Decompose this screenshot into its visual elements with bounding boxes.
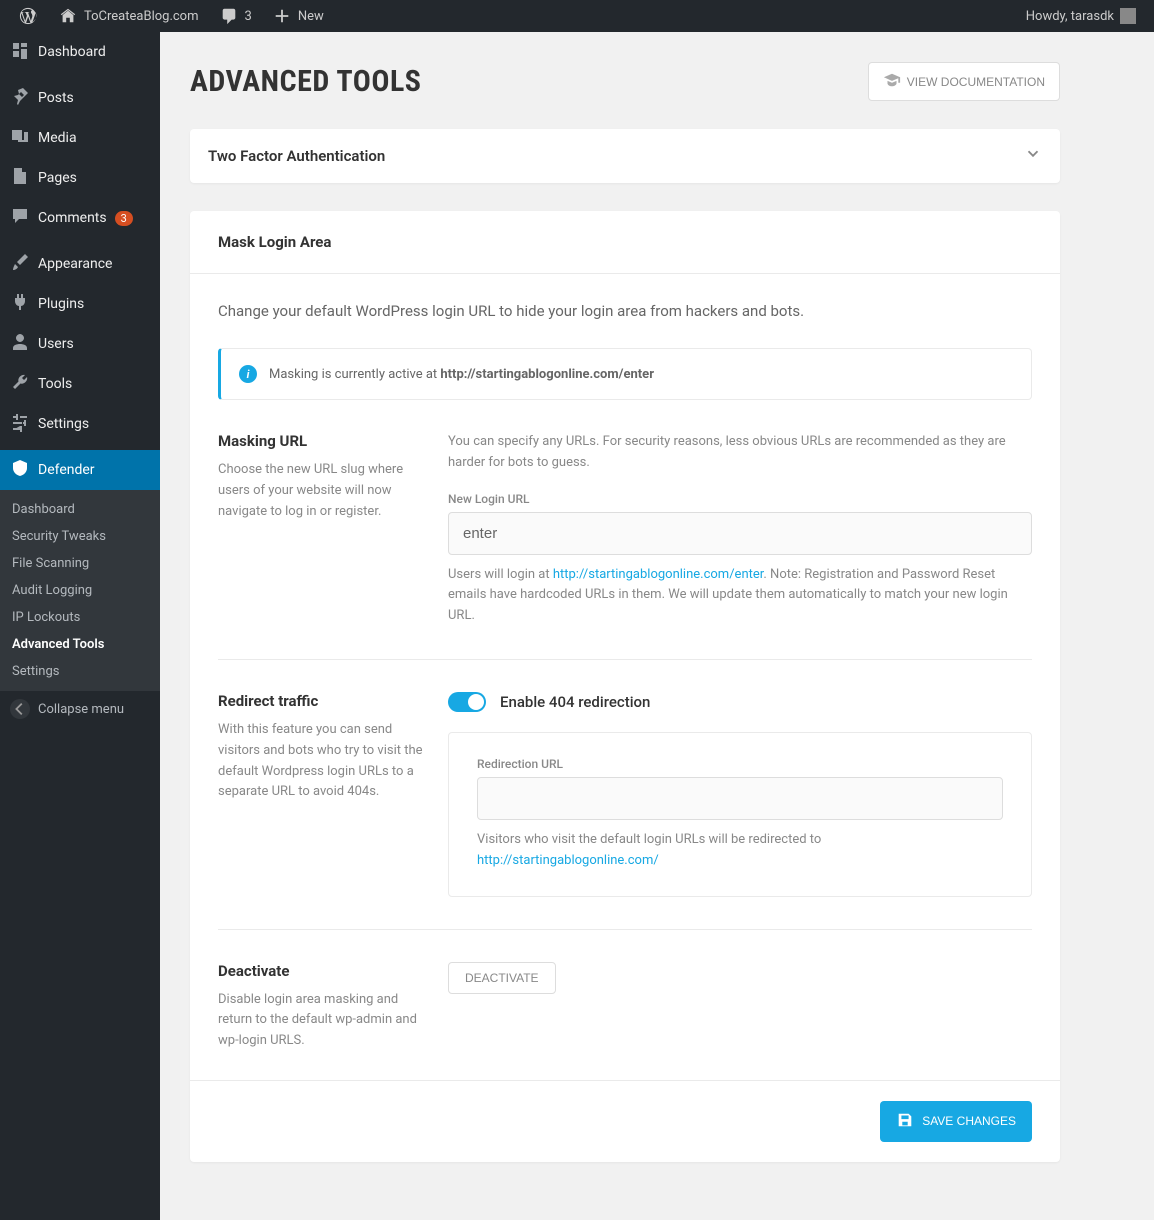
deactivate-desc: Disable login area masking and return to… [218,990,428,1052]
wrench-icon [10,372,30,396]
menu-dashboard[interactable]: Dashboard [0,32,160,72]
grad-cap-icon [883,71,901,92]
submenu-advanced-tools[interactable]: Advanced Tools [0,631,160,658]
redirection-hint: Visitors who visit the default login URL… [477,830,1003,872]
sliders-icon [10,412,30,436]
login-url-hint: Users will login at http://startingablog… [448,565,1032,627]
menu-plugins[interactable]: Plugins [0,284,160,324]
menu-comments[interactable]: Comments3 [0,198,160,238]
save-icon [896,1111,914,1132]
page-icon [10,166,30,190]
info-icon: i [239,365,257,383]
menu-tools[interactable]: Tools [0,364,160,404]
deactivate-button[interactable]: DEACTIVATE [448,962,556,994]
collapse-menu[interactable]: Collapse menu [0,691,160,727]
menu-settings[interactable]: Settings [0,404,160,444]
pin-icon [10,86,30,110]
site-name: ToCreateaBlog.com [84,9,199,24]
submenu-dashboard[interactable]: Dashboard [0,496,160,523]
two-factor-panel: Two Factor Authentication [190,129,1060,183]
menu-users[interactable]: Users [0,324,160,364]
redirect-toggle-label: Enable 404 redirection [500,693,650,711]
dashboard-icon [10,40,30,64]
new-label: New [298,9,324,24]
masking-hint: You can specify any URLs. For security r… [448,432,1032,474]
redirection-url-link[interactable]: http://startingablogonline.com/ [477,853,659,868]
admin-bar: ToCreateaBlog.com 3 New Howdy, tarasdk [0,0,1154,32]
submenu-audit-logging[interactable]: Audit Logging [0,577,160,604]
howdy-text: Howdy, tarasdk [1026,9,1114,24]
view-documentation-button[interactable]: VIEW DOCUMENTATION [868,62,1060,101]
wordpress-logo[interactable] [8,0,48,32]
home-icon [58,6,78,26]
redirection-url-label: Redirection URL [477,757,1003,771]
comments-count: 3 [245,9,252,24]
submenu-ip-lockouts[interactable]: IP Lockouts [0,604,160,631]
menu-defender[interactable]: Defender [0,450,160,490]
redirect-desc: With this feature you can send visitors … [218,720,428,803]
admin-menu: Dashboard Posts Media Pages Comments3 Ap… [0,32,160,1220]
login-url-label: New Login URL [448,492,1032,506]
new-link[interactable]: New [262,0,334,32]
save-changes-button[interactable]: SAVE CHANGES [880,1101,1032,1142]
toggle-knob [468,694,484,710]
accordion-title: Two Factor Authentication [208,147,385,165]
redirection-url-input[interactable] [477,777,1003,820]
site-name-link[interactable]: ToCreateaBlog.com [48,0,209,32]
menu-media[interactable]: Media [0,118,160,158]
shield-icon [10,458,30,482]
active-notice: i Masking is currently active at http://… [218,348,1032,400]
comment-icon [219,6,239,26]
plus-icon [272,6,292,26]
main-content: ADVANCED TOOLS VIEW DOCUMENTATION Two Fa… [160,32,1090,1220]
avatar [1120,8,1136,24]
collapse-icon [10,699,30,719]
redirect-toggle[interactable] [448,692,486,712]
brush-icon [10,252,30,276]
chevron-down-icon [1024,145,1042,167]
notice-text: Masking is currently active at http://st… [269,367,654,382]
deactivate-title: Deactivate [218,962,428,980]
redirection-box: Redirection URL Visitors who visit the d… [448,732,1032,897]
comment-icon [10,206,30,230]
submenu-file-scanning[interactable]: File Scanning [0,550,160,577]
panel-title: Mask Login Area [218,233,1032,251]
menu-posts[interactable]: Posts [0,78,160,118]
user-icon [10,332,30,356]
comments-link[interactable]: 3 [209,0,262,32]
page-title: ADVANCED TOOLS [190,64,421,99]
wordpress-icon [18,6,38,26]
menu-appearance[interactable]: Appearance [0,244,160,284]
media-icon [10,126,30,150]
mask-login-panel: Mask Login Area Change your default Word… [190,211,1060,1162]
plug-icon [10,292,30,316]
comments-badge: 3 [115,211,133,226]
two-factor-accordion-toggle[interactable]: Two Factor Authentication [190,129,1060,183]
defender-submenu: Dashboard Security Tweaks File Scanning … [0,490,160,691]
panel-description: Change your default WordPress login URL … [218,302,1032,320]
account-link[interactable]: Howdy, tarasdk [1016,0,1146,32]
redirect-title: Redirect traffic [218,692,428,710]
login-url-input[interactable] [448,512,1032,555]
login-url-link[interactable]: http://startingablogonline.com/enter [553,567,764,582]
submenu-settings[interactable]: Settings [0,658,160,685]
submenu-security-tweaks[interactable]: Security Tweaks [0,523,160,550]
menu-pages[interactable]: Pages [0,158,160,198]
masking-title: Masking URL [218,432,428,450]
masking-desc: Choose the new URL slug where users of y… [218,460,428,522]
